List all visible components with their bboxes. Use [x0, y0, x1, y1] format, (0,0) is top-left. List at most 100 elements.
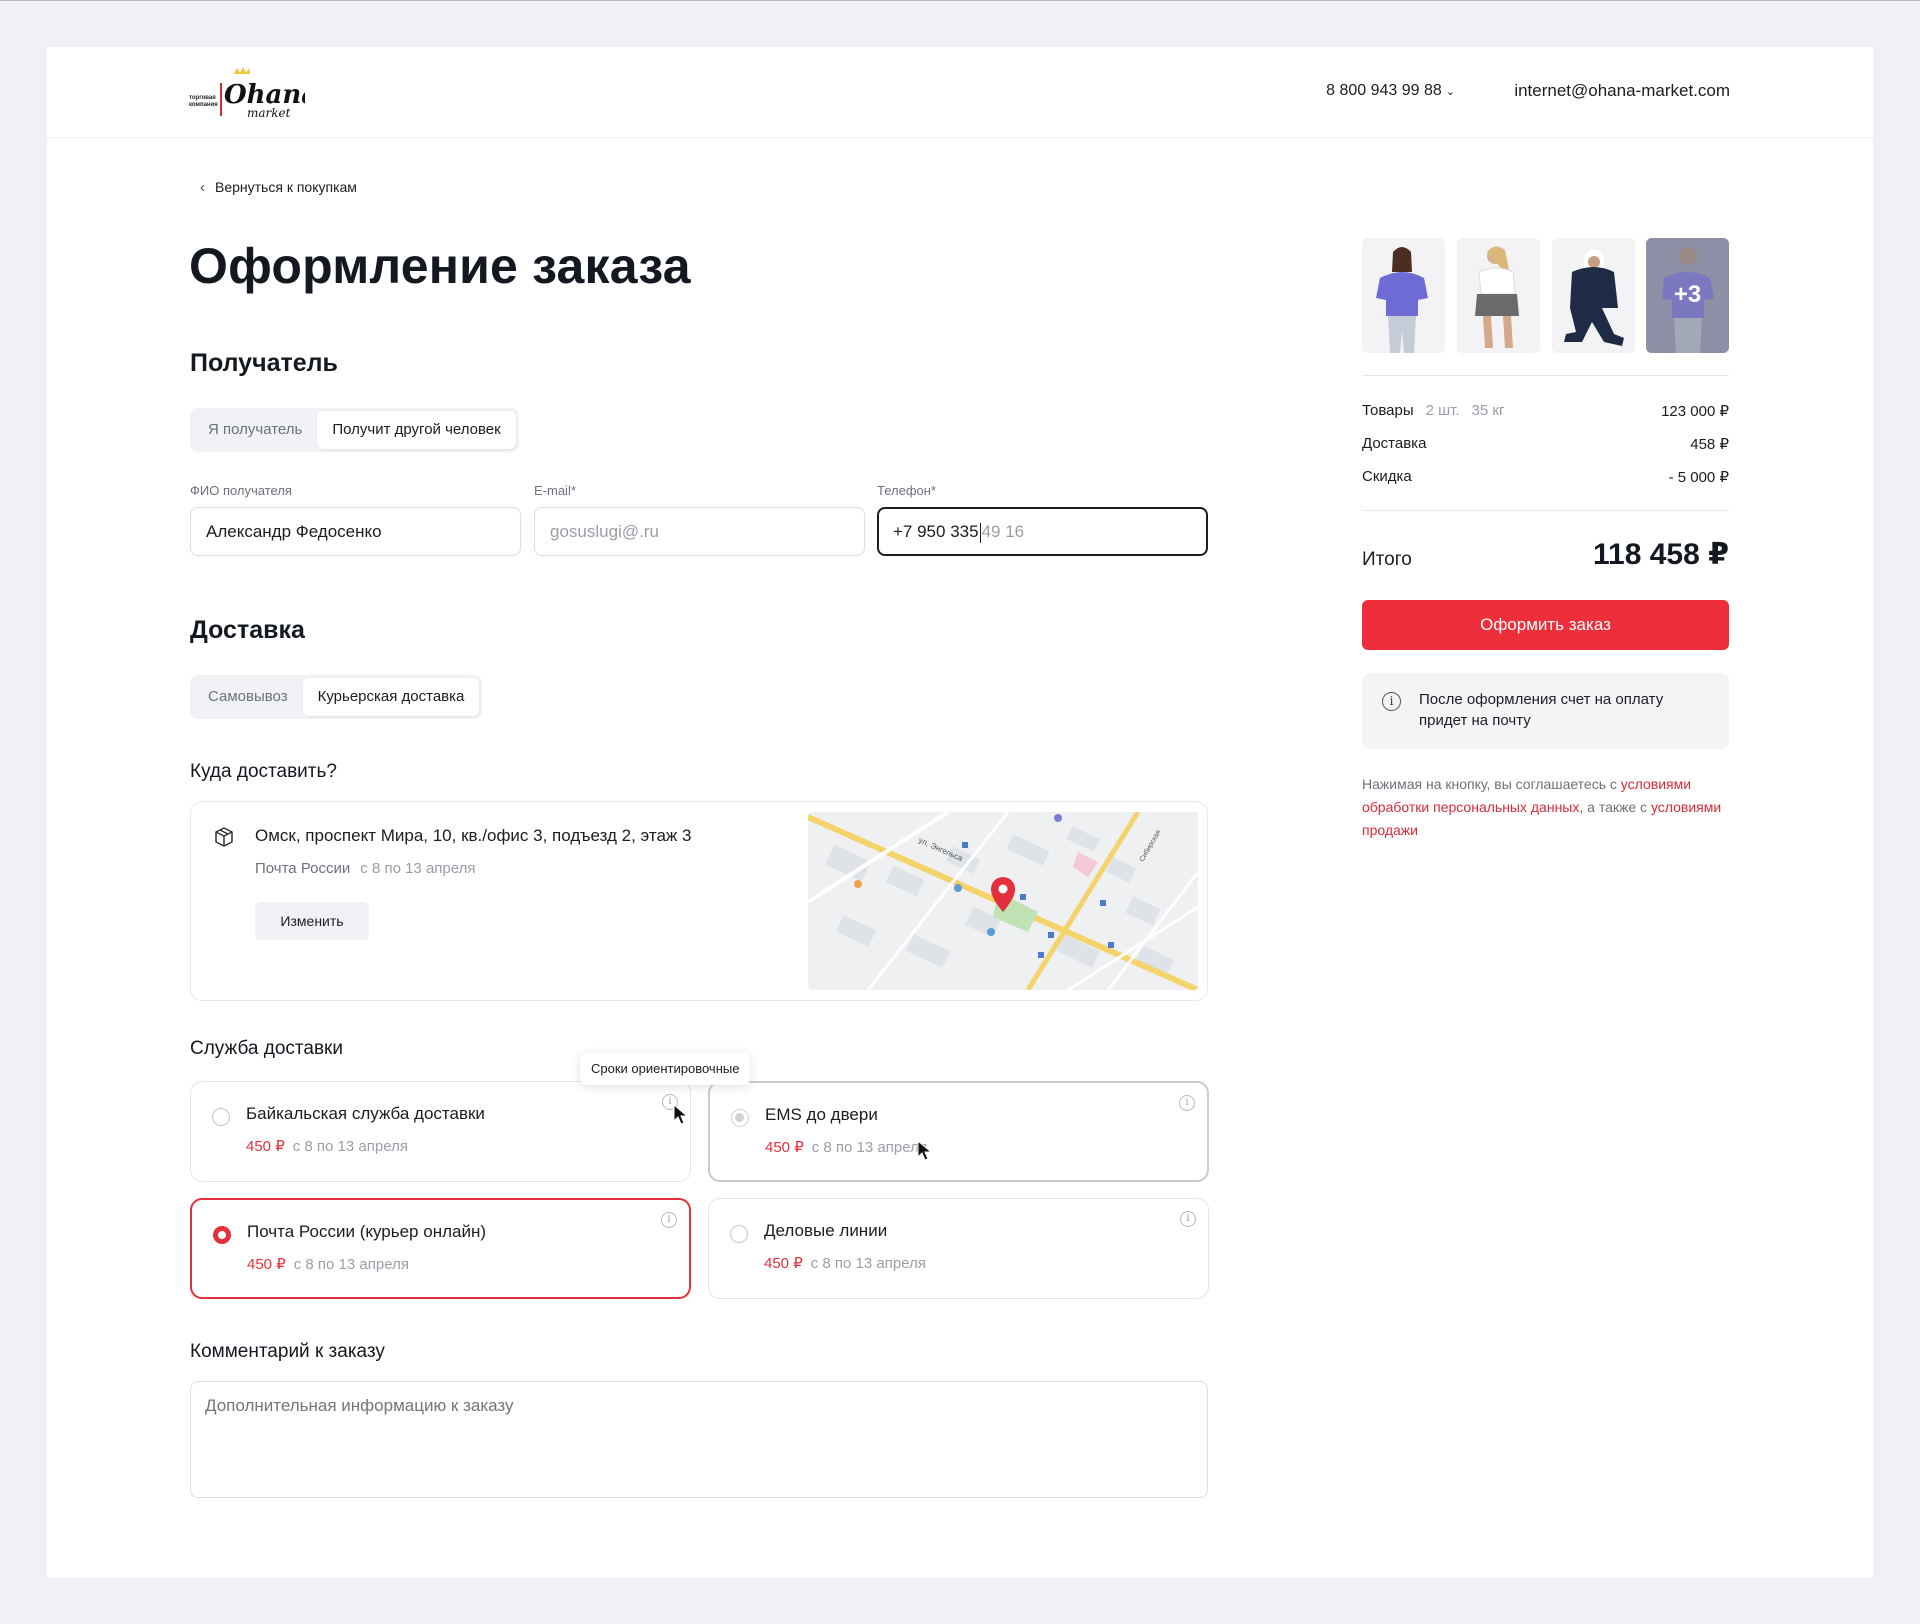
info-icon[interactable]: i	[1179, 1095, 1195, 1111]
summary-goods-row: Товары 2 шт. 35 кг 123 000 ₽	[1362, 402, 1729, 420]
more-products-thumbnail[interactable]: +3	[1646, 238, 1729, 353]
svg-text:компания: компания	[189, 102, 218, 108]
phone-number: 8 800 943 99 88	[1326, 82, 1442, 99]
more-count: +3	[1673, 281, 1702, 308]
service-card-delovye[interactable]: Деловые линии 450 ₽ с 8 по 13 апреля i	[708, 1198, 1209, 1299]
email-field[interactable]: gosuslugi@.ru	[534, 507, 865, 556]
service-meta: 450 ₽ с 8 по 13 апреля	[247, 1255, 409, 1273]
divider	[1362, 510, 1729, 511]
comment-textarea[interactable]	[190, 1381, 1208, 1498]
radio-button-selected[interactable]	[213, 1226, 231, 1244]
back-to-shopping-link[interactable]: ‹ Вернуться к покупкам	[200, 179, 357, 196]
email-label: E-mail*	[534, 483, 576, 498]
goods-value: 123 000 ₽	[1661, 403, 1729, 420]
total-label: Итого	[1362, 549, 1412, 570]
delivery-service-heading: Служба доставки	[190, 1038, 343, 1059]
service-meta: 450 ₽ с 8 по 13 апреля	[765, 1138, 927, 1156]
delivery-toggle: Самовывоз Курьерская доставка	[190, 675, 483, 719]
package-icon	[213, 826, 235, 848]
cart-thumbnails: +3	[1362, 238, 1729, 353]
tab-other-recipient[interactable]: Получит другой человек	[317, 411, 516, 449]
service-meta: 450 ₽ с 8 по 13 апреля	[764, 1254, 926, 1272]
phone-dropdown[interactable]: 8 800 943 99 88 ⌄	[1326, 82, 1455, 100]
address-card: Омск, проспект Мира, 10, кв./офис 3, под…	[190, 801, 1208, 1001]
address-service-info: Почта России с 8 по 13 апреля	[255, 860, 475, 877]
service-dates: с 8 по 13 апреля	[810, 1255, 926, 1272]
legal-text: Нажимая на кнопку, вы соглашаетесь с усл…	[1362, 773, 1732, 842]
back-link-label: Вернуться к покупкам	[215, 179, 357, 195]
phone-typed: +7 950 335	[893, 522, 979, 541]
mouse-cursor-icon	[673, 1103, 691, 1126]
service-dates: с 8 по 13 апреля	[292, 1138, 408, 1155]
recipient-toggle: Я получатель Получит другой человек	[190, 408, 519, 452]
product-thumbnail[interactable]	[1362, 238, 1445, 353]
service-card-pochta[interactable]: Почта России (курьер онлайн) 450 ₽ с 8 по…	[190, 1198, 691, 1299]
product-thumbnail[interactable]	[1457, 238, 1540, 353]
discount-value: - 5 000 ₽	[1668, 469, 1729, 486]
info-icon[interactable]: i	[661, 1212, 677, 1228]
where-heading: Куда доставить?	[190, 761, 337, 782]
goods-weight: 35 кг	[1471, 402, 1505, 419]
total-value: 118 458 ₽	[1593, 538, 1729, 571]
recipient-heading: Получатель	[190, 349, 338, 377]
ohana-market-logo[interactable]: торговая компания Ohana market	[189, 61, 318, 123]
name-field[interactable]: Александр Федосенко	[190, 507, 521, 556]
delivery-map[interactable]: ул. Энгельса Сибирская	[808, 812, 1198, 990]
service-card-baikal[interactable]: Байкальская служба доставки 450 ₽ с 8 по …	[190, 1081, 691, 1182]
goods-qty: 2 шт.	[1425, 402, 1460, 419]
goods-label: Товары	[1362, 402, 1414, 419]
delivery-label: Доставка	[1362, 435, 1427, 452]
text-caret	[979, 522, 981, 543]
radio-button[interactable]	[731, 1109, 749, 1127]
phone-label: Телефон*	[877, 483, 936, 498]
divider	[1362, 375, 1729, 376]
info-icon[interactable]: i	[1180, 1211, 1196, 1227]
service-name: Деловые линии	[764, 1221, 888, 1240]
address-dates: с 8 по 13 апреля	[360, 860, 476, 877]
name-label: ФИО получателя	[190, 483, 292, 498]
phone-mask-rest: 49 16	[981, 522, 1025, 541]
invoice-note-text: После оформления счет на оплату придет н…	[1419, 691, 1664, 729]
tab-courier[interactable]: Курьерская доставка	[302, 678, 480, 716]
tooltip: Сроки ориентировочные	[580, 1053, 751, 1085]
delivery-heading: Доставка	[190, 616, 305, 644]
legal-text-2: , а также с	[1579, 799, 1651, 815]
address-service: Почта России	[255, 860, 351, 877]
service-dates: с 8 по 13 апреля	[293, 1256, 409, 1273]
contact-email[interactable]: internet@ohana-market.com	[1514, 81, 1730, 101]
service-price: 450 ₽	[246, 1138, 285, 1155]
phone-field[interactable]: +7 950 335 49 16	[877, 507, 1208, 556]
service-meta: 450 ₽ с 8 по 13 апреля	[246, 1137, 408, 1155]
change-address-button[interactable]: Изменить	[255, 902, 369, 940]
summary-discount-row: Скидка - 5 000 ₽	[1362, 468, 1729, 486]
svg-text:торговая: торговая	[189, 95, 216, 101]
site-header: торговая компания Ohana market 8 800 943…	[47, 47, 1873, 138]
radio-button[interactable]	[212, 1108, 230, 1126]
delivery-address: Омск, проспект Мира, 10, кв./офис 3, под…	[255, 826, 692, 845]
checkout-page: торговая компания Ohana market 8 800 943…	[47, 47, 1873, 1578]
svg-text:market: market	[247, 106, 291, 120]
radio-button[interactable]	[730, 1225, 748, 1243]
tab-i-am-recipient[interactable]: Я получатель	[193, 411, 317, 449]
service-price: 450 ₽	[765, 1139, 804, 1156]
chevron-left-icon: ‹	[200, 179, 205, 196]
legal-text-1: Нажимая на кнопку, вы соглашаетесь с	[1362, 776, 1621, 792]
comment-heading: Комментарий к заказу	[190, 1341, 385, 1362]
service-dates: с 8 по 13 апреля	[811, 1139, 927, 1156]
service-name: Почта России (курьер онлайн)	[247, 1222, 486, 1241]
mouse-cursor-icon	[917, 1139, 935, 1162]
discount-label: Скидка	[1362, 468, 1412, 485]
info-icon: i	[1382, 692, 1401, 711]
invoice-note: i После оформления счет на оплату придет…	[1362, 673, 1729, 749]
tab-pickup[interactable]: Самовывоз	[193, 678, 303, 716]
service-card-ems[interactable]: EMS до двери 450 ₽ с 8 по 13 апреля i	[708, 1081, 1209, 1182]
service-price: 450 ₽	[764, 1255, 803, 1272]
summary-delivery-row: Доставка 458 ₽	[1362, 435, 1729, 453]
page-title: Оформление заказа	[189, 238, 691, 294]
place-order-button[interactable]: Оформить заказ	[1362, 600, 1729, 650]
service-name: EMS до двери	[765, 1105, 878, 1124]
delivery-value: 458 ₽	[1690, 436, 1729, 453]
chevron-down-icon: ⌄	[1445, 86, 1455, 98]
product-thumbnail[interactable]	[1552, 238, 1635, 353]
service-name: Байкальская служба доставки	[246, 1104, 485, 1123]
